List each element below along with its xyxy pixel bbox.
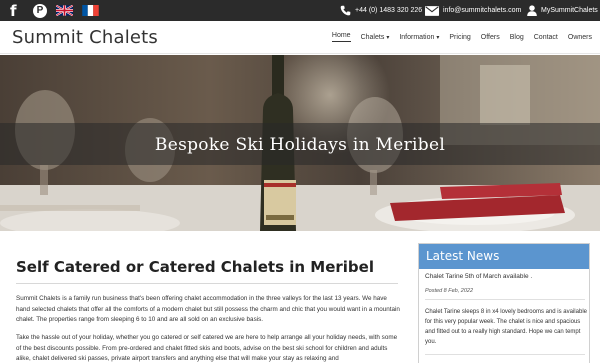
- email-address: info@summitchalets.com: [443, 7, 522, 14]
- chevron-down-icon: ▾: [386, 34, 390, 41]
- nav-blog[interactable]: Blog: [510, 32, 524, 42]
- site-logo[interactable]: Summit Chalets: [12, 27, 158, 48]
- nav-contact[interactable]: Contact: [534, 32, 558, 42]
- news-divider: [425, 354, 585, 355]
- phone-link[interactable]: +44 (0) 1483 320 226: [340, 0, 422, 21]
- hero-title: Bespoke Ski Holidays in Meribel: [154, 135, 446, 155]
- main-menu: Home Chalets ▾ Information ▾ Pricing Offer…: [322, 32, 592, 42]
- nav-information[interactable]: Information ▾: [399, 32, 439, 42]
- hero-banner: Bespoke Ski Holidays in Meribel: [0, 55, 600, 231]
- news-divider: [425, 299, 585, 300]
- news-post-link[interactable]: Chalet Tarine 5th of March available .: [425, 273, 532, 280]
- news-post-body: Chalet Tarine sleeps 8 in x4 lovely bedr…: [425, 309, 587, 345]
- news-heading: Latest News: [419, 244, 589, 269]
- envelope-icon: [425, 5, 439, 16]
- news-post-date: Posted 8 Feb, 2022: [425, 288, 474, 294]
- facebook-icon[interactable]: f: [10, 0, 17, 21]
- user-icon: [527, 5, 537, 16]
- nav-offers[interactable]: Offers: [481, 32, 500, 42]
- phone-icon: [340, 5, 351, 16]
- pinterest-icon[interactable]: P: [33, 0, 47, 21]
- latest-news-panel: Latest News Chalet Tarine 5th of March a…: [418, 243, 590, 363]
- phone-number: +44 (0) 1483 320 226: [355, 7, 423, 14]
- nav-home[interactable]: Home: [331, 32, 351, 42]
- nav-pricing[interactable]: Pricing: [449, 32, 470, 42]
- account-link[interactable]: MySummitChalets: [527, 0, 598, 21]
- nav-owners[interactable]: Owners: [568, 32, 592, 42]
- account-label: MySummitChalets: [541, 7, 598, 14]
- top-bar: f P +44 (0) 1483 320 226 info@summitchal…: [0, 0, 600, 21]
- email-link[interactable]: info@summitchalets.com: [425, 0, 521, 21]
- services-paragraph: Take the hassle out of your holiday, whe…: [16, 334, 398, 362]
- page-heading: Self Catered or Catered Chalets in Merib…: [16, 258, 374, 276]
- main-navbar: Summit Chalets Home Chalets ▾ Information…: [0, 21, 600, 54]
- heading-divider: [16, 283, 398, 284]
- nav-chalets[interactable]: Chalets ▾: [361, 32, 390, 42]
- intro-paragraph: Summit Chalets is a family run business …: [16, 295, 400, 323]
- chevron-down-icon: ▾: [436, 34, 440, 41]
- france-flag-icon[interactable]: [82, 0, 99, 21]
- uk-flag-icon[interactable]: [56, 0, 73, 21]
